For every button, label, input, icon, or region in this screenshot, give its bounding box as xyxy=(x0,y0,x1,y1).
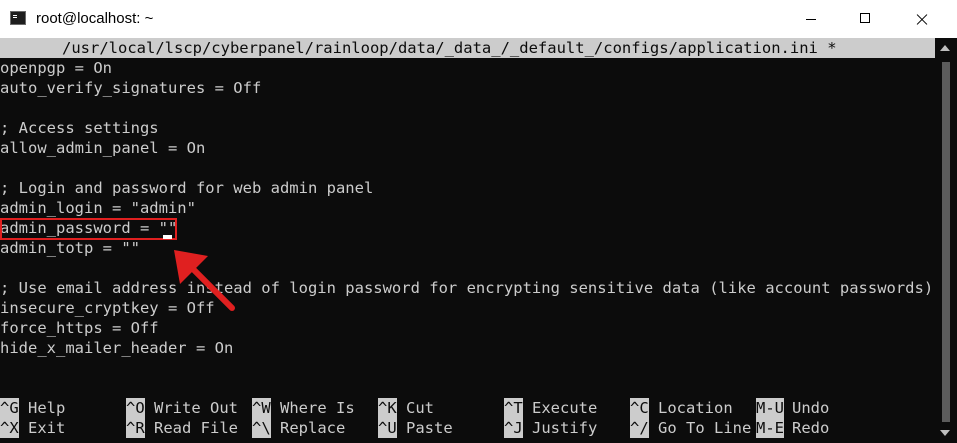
line-hide-x-mailer: hide_x_mailer_header = On xyxy=(0,339,234,357)
shortcut-key: ^J xyxy=(504,418,523,438)
scrollbar[interactable] xyxy=(935,38,957,443)
shortcut-key: ^W xyxy=(252,398,271,418)
nano-header: /usr/local/lscp/cyberpanel/rainloop/data… xyxy=(0,38,935,58)
close-icon[interactable] xyxy=(898,0,944,38)
shortcut-key: ^R xyxy=(126,418,145,438)
text-cursor xyxy=(163,235,172,239)
shortcut-key: M-U xyxy=(756,398,784,418)
minimize-icon[interactable] xyxy=(788,0,834,38)
shortcut-undo: Undo xyxy=(792,399,830,417)
shortcut-key: M-E xyxy=(756,418,784,438)
window-title: root@localhost: ~ xyxy=(36,10,154,27)
line-email-comment: ; Use email address instead of login pas… xyxy=(0,279,934,297)
maximize-icon[interactable] xyxy=(842,0,888,38)
line-auto-verify: auto_verify_signatures = Off xyxy=(0,79,262,97)
shortcut-help: Help xyxy=(28,399,66,417)
shortcut-paste: Paste xyxy=(406,419,453,437)
shortcut-read-file: Read File xyxy=(154,419,238,437)
shortcut-key: ^X xyxy=(0,418,19,438)
shortcut-key: ^O xyxy=(126,398,145,418)
shortcut-key: ^T xyxy=(504,398,523,418)
shortcut-cut: Cut xyxy=(406,399,434,417)
shortcut-location: Location xyxy=(658,399,733,417)
window-titlebar: root@localhost: ~ xyxy=(0,0,957,39)
shortcut-justify: Justify xyxy=(532,419,598,437)
scrollbar-thumb[interactable] xyxy=(942,62,950,422)
line-login-comment: ; Login and password for web admin panel xyxy=(0,179,374,197)
shortcut-redo: Redo xyxy=(792,419,830,437)
shortcut-write-out: Write Out xyxy=(154,399,238,417)
shortcut-replace: Replace xyxy=(280,419,346,437)
shortcut-execute: Execute xyxy=(532,399,598,417)
shortcut-key: ^K xyxy=(378,398,397,418)
terminal-area[interactable]: /usr/local/lscp/cyberpanel/rainloop/data… xyxy=(0,38,957,443)
scroll-up-icon[interactable] xyxy=(940,45,950,51)
terminal-icon xyxy=(10,11,26,25)
line-force-https: force_https = Off xyxy=(0,319,159,337)
line-openpgp: openpgp = On xyxy=(0,59,112,77)
line-admin-totp: admin_totp = "" xyxy=(0,239,140,257)
shortcut-where-is: Where Is xyxy=(280,399,355,417)
shortcut-exit: Exit xyxy=(28,419,66,437)
arrow-icon xyxy=(174,250,235,311)
shortcut-key: ^\ xyxy=(252,418,271,438)
line-access-comment: ; Access settings xyxy=(0,119,159,137)
shortcut-key: ^/ xyxy=(630,418,649,438)
shortcut-key: ^C xyxy=(630,398,649,418)
shortcut-go-to-line: Go To Line xyxy=(658,419,752,437)
shortcut-key: ^G xyxy=(0,398,19,418)
line-allow-admin: allow_admin_panel = On xyxy=(0,139,206,157)
shortcut-key: ^U xyxy=(378,418,397,438)
scroll-down-icon[interactable] xyxy=(940,430,950,436)
highlight-box xyxy=(0,218,177,240)
line-admin-login: admin_login = "admin" xyxy=(0,199,196,217)
file-path: /usr/local/lscp/cyberpanel/rainloop/data… xyxy=(62,39,837,57)
